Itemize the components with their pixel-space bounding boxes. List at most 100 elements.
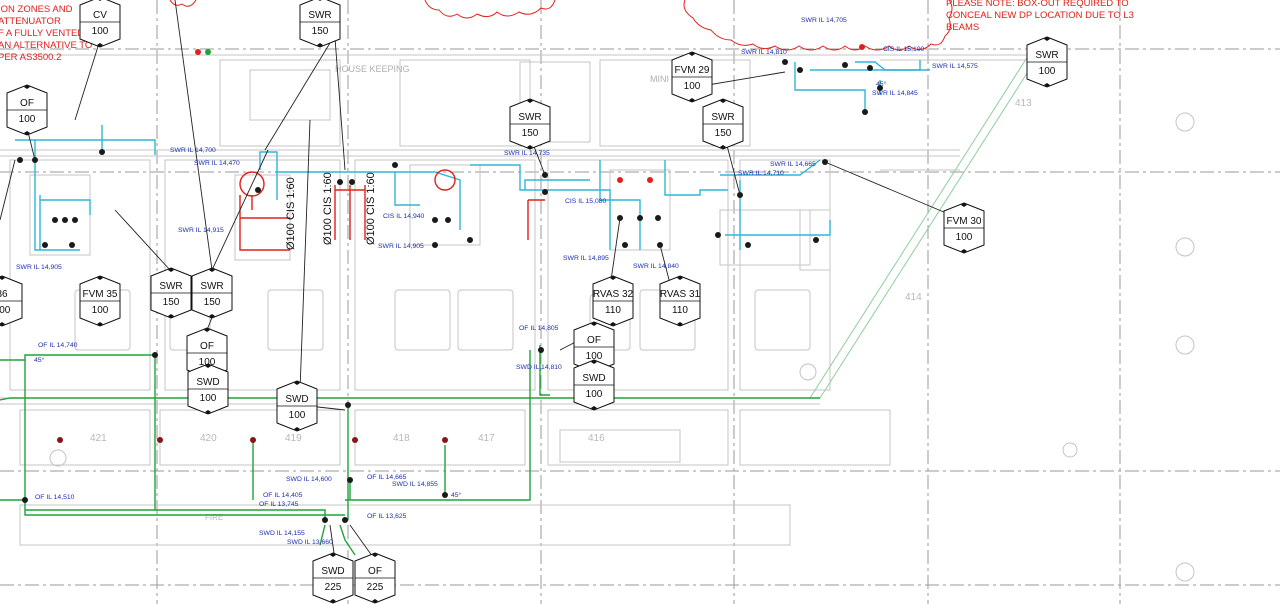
pipe-tag-code: RVAS 31 — [660, 289, 701, 300]
pipe-label: SWR IL 14,905 — [378, 243, 424, 250]
pipe-tag-swr: SWR 150 — [702, 98, 744, 150]
pipe-tag-of: OF 225 — [354, 552, 396, 604]
svg-text:PER AS3500.2: PER AS3500.2 — [0, 52, 61, 63]
pipe-tag-size: 110 — [605, 305, 621, 316]
pipe-tag-fvm-35: FVM 35 100 — [79, 275, 121, 327]
pipe-tag-code: RVAS 32 — [593, 289, 634, 300]
pipe-tag-code: SWR — [200, 281, 223, 292]
pipe-size-2: Ø100 CIS 1:60 — [322, 172, 334, 245]
pipe-size-annotations: Ø100 CIS 1:60 Ø100 CIS 1:60 Ø100 CIS 1:6… — [285, 172, 377, 250]
pipe-tag-size: 150 — [204, 297, 221, 308]
pipe-label: SWR IL 14,575 — [932, 63, 978, 70]
note-top-right: PLEASE NOTE: BOX-OUT REQUIRED TO CONCEAL… — [946, 0, 1134, 33]
pipe-tag-swr: SWR 100 — [1026, 36, 1068, 88]
pipe-label: SWR IL 14,810 — [741, 49, 787, 56]
pipe-tag-size: 150 — [715, 128, 732, 139]
pipe-tag-code: SWD — [196, 377, 219, 388]
svg-text:F A FULLY VENTED: F A FULLY VENTED — [0, 28, 84, 39]
svg-text:CONCEAL NEW DP LOCATION DUE TO: CONCEAL NEW DP LOCATION DUE TO L3 — [946, 10, 1134, 21]
pipe-label: OF IL 14,805 — [519, 325, 559, 332]
pipe-label: SWR IL 14,700 — [170, 147, 216, 154]
pipe-tag-36: 36100 — [0, 275, 23, 327]
pipe-tag-rvas-32: RVAS 32 110 — [592, 275, 634, 327]
pipe-label: 45° — [876, 80, 887, 88]
pipe-label: SWR IL 14,735 — [504, 150, 550, 157]
pipe-tag-size: 100 — [92, 305, 109, 316]
svg-text:421: 421 — [90, 433, 107, 444]
note-top-left: ION ZONES AND ATTENUATOR F A FULLY VENTE… — [0, 4, 92, 63]
pipe-label: SWR IL 14,915 — [178, 227, 224, 234]
plumbing-plan-drawing: 421 420 419 418 417 416 413 414 FIRE HOU… — [0, 0, 1280, 604]
pipe-tag-size: 150 — [163, 297, 180, 308]
pipe-tag-code: 36 — [0, 289, 8, 300]
pipe-tag-swr: SWR 150 — [509, 98, 551, 150]
stormwater-green-pipes — [0, 345, 820, 556]
leader-lines — [0, 0, 959, 561]
pipe-tag-swd: SWD 100 — [276, 380, 318, 432]
room-label-housekeeping: HOUSE KEEPING — [335, 64, 410, 74]
svg-text:416: 416 — [588, 433, 605, 444]
pipe-label: SWR IL 14,470 — [194, 160, 240, 167]
pipe-tag-fvm-30: FVM 30 100 — [943, 202, 985, 254]
svg-text:BEAMS: BEAMS — [946, 22, 979, 33]
pipe-tag-size: 100 — [19, 114, 36, 125]
pipe-size-3: Ø100 CIS 1:60 — [365, 172, 377, 245]
pipe-tag-code: SWD — [582, 373, 605, 384]
pipe-size-1: Ø100 CIS 1:60 — [285, 177, 297, 250]
pipe-tag-swr: SWR 150 — [150, 267, 192, 319]
pipe-tag-size: 100 — [1039, 66, 1056, 77]
svg-text:AN ALTERNATIVE TO: AN ALTERNATIVE TO — [0, 40, 92, 51]
pipe-tag-swd: SWD 100 — [187, 363, 229, 415]
pipe-tag-swd: SWD 225 — [312, 552, 354, 604]
pipe-tag-size: 100 — [92, 26, 109, 37]
pipe-tag-code: SWR — [308, 10, 331, 21]
pipe-label: SWR IL 14,665 — [770, 161, 816, 168]
pipe-tag-size: 225 — [367, 582, 384, 593]
pipe-tag-size: 110 — [672, 305, 688, 316]
svg-text:417: 417 — [478, 433, 495, 444]
pipe-label: OF IL 14,665 — [367, 474, 407, 481]
pipe-tag-size: 100 — [956, 232, 973, 243]
pipe-tag-rvas-31: RVAS 31 110 — [659, 275, 701, 327]
pipe-label: SWD IL 13,660 — [287, 539, 333, 546]
pipe-tag-swr: SWR 150 — [299, 0, 341, 48]
pipe-tag-swd: SWD 100 — [573, 359, 615, 411]
pipe-tag-code: SWR — [159, 281, 182, 292]
pipe-label: 45° — [451, 491, 462, 499]
pipe-label: OF IL 14,740 — [38, 342, 78, 349]
pipe-label: SWD IL 14,155 — [259, 530, 305, 537]
pipe-label: SWD IL 14,855 — [392, 481, 438, 488]
pipe-label: SWD IL 14,810 — [516, 364, 562, 371]
pipe-label: CIS IL 15,080 — [565, 198, 607, 205]
room-labels: HOUSE KEEPING MINI STO — [335, 64, 690, 84]
pipe-tag-code: FVM 30 — [946, 216, 981, 227]
pipe-label: SWR IL 14,840 — [633, 263, 679, 270]
pipe-label: CIS IL 15,100 — [883, 46, 925, 53]
pipe-label: CIS IL 14,940 — [383, 213, 425, 220]
svg-text:418: 418 — [393, 433, 410, 444]
revision-clouds — [169, 0, 953, 51]
pipe-label: OF IL 14,405 — [263, 492, 303, 499]
svg-text:413: 413 — [1015, 98, 1032, 109]
pipe-tag-size: 100 — [684, 81, 701, 92]
pipe-tag-size: 100 — [586, 389, 603, 400]
pipe-label: SWR IL 14,705 — [801, 17, 847, 24]
pipe-tag-code: SWR — [711, 112, 734, 123]
pipe-tag-fvm-29: FVM 29 100 — [671, 51, 713, 103]
svg-text:PLEASE NOTE: BOX-OUT REQUIRED: PLEASE NOTE: BOX-OUT REQUIRED TO — [946, 0, 1129, 9]
pipe-label: SWD IL 14,600 — [286, 476, 332, 483]
pipe-label: OF IL 13,625 — [367, 513, 407, 520]
pipe-tag-swr: SWR 150 — [191, 267, 233, 319]
pipe-tag-code: OF — [368, 566, 382, 577]
pipe-tag-code: OF — [587, 335, 601, 346]
pipe-tag-size: 225 — [325, 582, 342, 593]
svg-text:ATTENUATOR: ATTENUATOR — [0, 16, 61, 27]
svg-text:ION ZONES AND: ION ZONES AND — [0, 4, 73, 15]
pipe-tag-code: CV — [93, 10, 107, 21]
pipe-tag-code: SWR — [1035, 50, 1058, 61]
pipe-tag-code: SWD — [285, 394, 308, 405]
pipe-tag-size: 100 — [0, 305, 11, 316]
fitting-markers — [17, 44, 883, 523]
pipe-tag-size: 150 — [312, 26, 329, 37]
svg-text:414: 414 — [905, 292, 922, 303]
